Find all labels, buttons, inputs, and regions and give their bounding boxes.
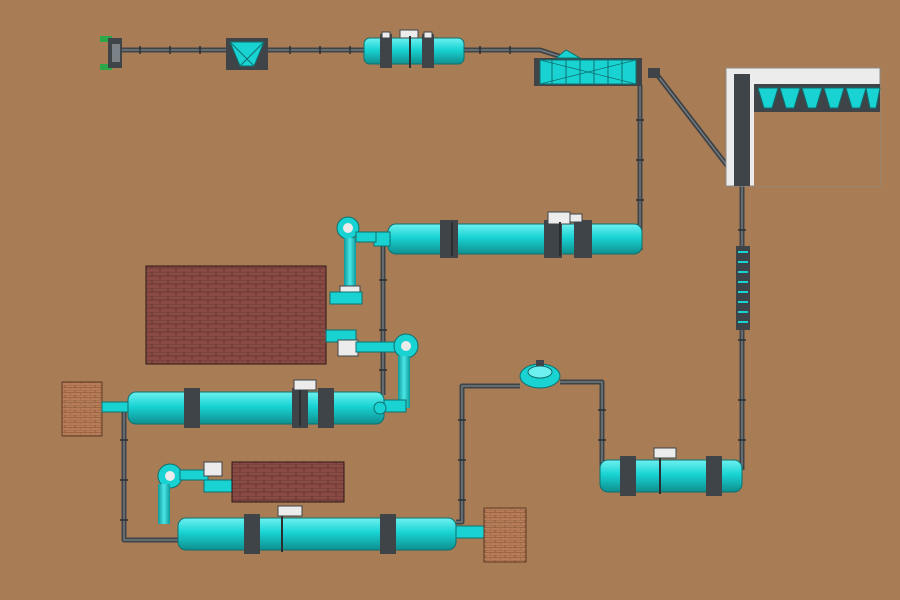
cyclone-fan-upper xyxy=(329,216,377,305)
heat-source-right xyxy=(483,507,527,563)
rotary-cooler-right xyxy=(599,447,743,496)
conveyor-top-feed xyxy=(122,47,566,61)
feed-inlet xyxy=(100,36,122,70)
feed-hopper xyxy=(226,38,268,70)
granulator-disc xyxy=(519,360,561,389)
furnace-large xyxy=(145,265,327,365)
conveyor-lower-right xyxy=(456,379,605,525)
cyclone-fan-lower xyxy=(157,461,233,524)
bucket-elevator xyxy=(736,246,750,330)
rotary-drum-1 xyxy=(363,29,465,68)
rotary-dryer-lower xyxy=(177,505,485,554)
rotary-dryer-upper xyxy=(373,211,643,258)
storage-bins xyxy=(725,67,881,187)
rotary-dryer-middle xyxy=(127,379,387,428)
process-flow-diagram xyxy=(61,29,881,563)
furnace-lower xyxy=(231,461,345,503)
heat-source-left xyxy=(61,381,129,437)
